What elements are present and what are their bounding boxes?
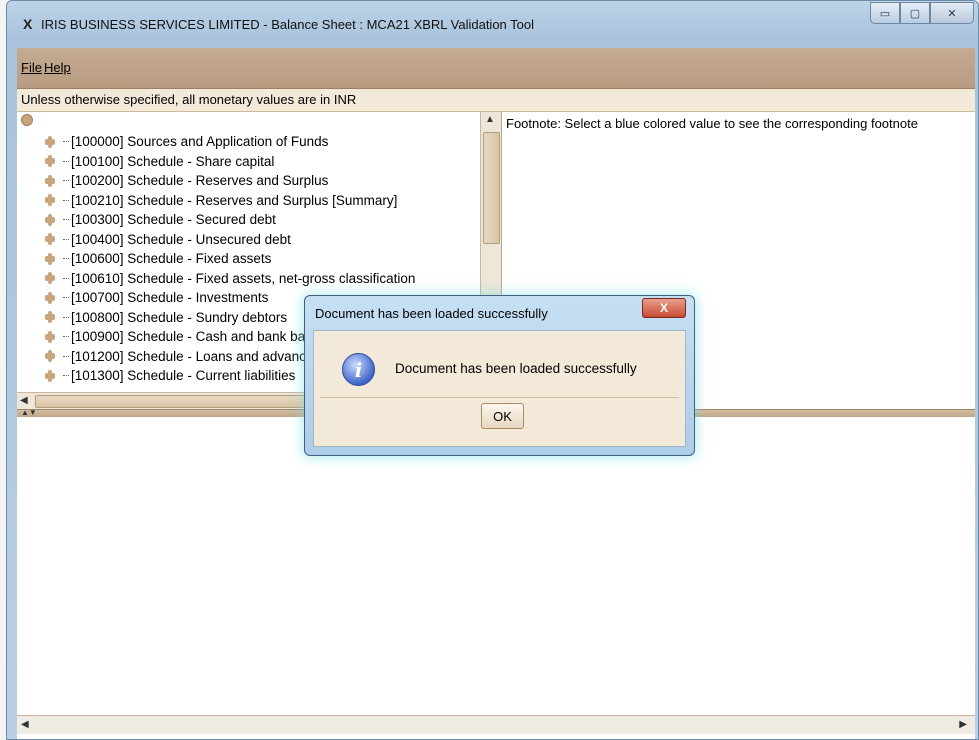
detail-pane[interactable]: ◀ ▶ [17,417,975,739]
tree-item[interactable]: [100900] Schedule - Cash and bank balanc… [45,327,344,346]
title-bar[interactable]: X IRIS BUSINESS SERVICES LIMITED - Balan… [7,1,978,41]
tree-item[interactable]: [100610] Schedule - Fixed assets, net-gr… [45,269,415,288]
minimize-button[interactable]: ▭ [870,2,900,24]
tree-item[interactable]: [100600] Schedule - Fixed assets [45,249,271,268]
tree-item[interactable]: [100800] Schedule - Sundry debtors [45,308,287,327]
dialog-close-button[interactable]: X [642,298,686,318]
tree-connector [63,238,69,240]
close-icon: ✕ [947,7,957,20]
detail-scroll-left-arrow[interactable]: ◀ [21,719,29,730]
maximize-icon: ▢ [909,7,921,20]
tree-connector [63,277,69,279]
tree-item[interactable]: [100700] Schedule - Investments [45,288,268,307]
tree-item[interactable]: [100000] Sources and Application of Fund… [45,132,328,151]
tree-connector [63,199,69,201]
dialog-title: Document has been loaded successfully [315,306,548,321]
menu-bar: File Help [17,48,975,89]
tree-item-label: [100000] Sources and Application of Fund… [71,134,329,149]
tree-item-label: [100100] Schedule - Share capital [71,153,275,169]
tree-connector [63,258,69,259]
close-icon: X [659,301,668,315]
tree-node-icon[interactable] [45,194,57,206]
tree-item-label: [100300] Schedule - Secured debt [71,212,276,227]
currency-info-bar: Unless otherwise specified, all monetary… [17,89,975,112]
tree-connector [63,180,69,181]
footnote-text: Footnote: Select a blue colored value to… [506,116,918,131]
tree-item[interactable]: [101200] Schedule - Loans and advances [45,347,320,366]
tree-node-icon[interactable] [45,135,57,148]
tree-connector [63,375,69,376]
tree-connector [63,160,69,162]
tree-scroll-left-arrow[interactable]: ◀ [20,395,28,406]
menu-help[interactable]: Help [44,60,71,75]
tree-connector [63,141,69,142]
tree-node-icon[interactable] [45,369,57,382]
tree-node-icon[interactable] [45,330,57,343]
tree-item-label: [100610] Schedule - Fixed assets, net-gr… [71,270,416,286]
tree-item-label: [100200] Schedule - Reserves and Surplus [71,173,329,188]
maximize-button[interactable]: ▢ [900,2,930,24]
tree-item[interactable]: [100100] Schedule - Share capital [45,152,274,171]
splitter-arrows[interactable]: ▲▼ [21,408,37,417]
tree-item-label: [101300] Schedule - Current liabilities [71,368,296,383]
tree-item[interactable]: [100210] Schedule - Reserves and Surplus… [45,191,397,210]
tree-node-icon[interactable] [45,291,57,304]
dialog-separator [320,397,679,398]
tree-item-label: [100800] Schedule - Sundry debtors [71,309,288,325]
tree-item[interactable]: [101300] Schedule - Current liabilities [45,366,295,385]
tree-node-icon[interactable] [45,213,57,226]
tree-node-icon[interactable] [45,252,57,265]
tree-connector [63,316,69,318]
tree-node-icon[interactable] [45,174,57,187]
tree-node-icon[interactable] [45,350,57,362]
tree-node-icon[interactable] [45,155,57,167]
tree-item-label: [100700] Schedule - Investments [71,290,269,305]
dialog-body: i Document has been loaded successfully … [313,330,686,447]
info-icon: i [342,353,375,386]
dialog-message: Document has been loaded successfully [395,361,637,376]
detail-scroll-right-arrow[interactable]: ▶ [959,719,967,730]
window-controls: ▭ ▢ ✕ [870,2,974,24]
tree-item-label: [101200] Schedule - Loans and advances [71,348,321,364]
tree-connector [63,336,69,337]
app-x-icon: X [23,16,33,32]
close-button[interactable]: ✕ [930,2,974,24]
tree-item[interactable]: [100200] Schedule - Reserves and Surplus [45,171,328,190]
window-title: IRIS BUSINESS SERVICES LIMITED - Balance… [41,17,535,32]
scroll-up-arrow[interactable]: ▲ [485,114,495,125]
menu-file[interactable]: File [21,60,42,75]
tree-item[interactable]: [100300] Schedule - Secured debt [45,210,276,229]
tree-node-icon[interactable] [45,311,57,323]
tree-node-icon[interactable] [45,272,57,284]
message-dialog: Document has been loaded successfully X … [304,295,695,456]
ok-button[interactable]: OK [481,403,524,429]
tree-item-label: [100600] Schedule - Fixed assets [71,251,272,266]
tree-connector [63,219,69,220]
tree-item[interactable]: [100400] Schedule - Unsecured debt [45,230,291,249]
tree-connector [63,355,69,357]
tree-scroll-thumb[interactable] [483,132,500,244]
tree-item-label: [100400] Schedule - Unsecured debt [71,231,291,247]
currency-info-text: Unless otherwise specified, all monetary… [21,92,357,107]
tree-root-node[interactable] [21,114,33,126]
minimize-icon: ▭ [879,7,891,20]
detail-horizontal-scrollbar[interactable]: ◀ ▶ [17,715,975,734]
tree-connector [63,297,69,298]
tree-node-icon[interactable] [45,233,57,245]
tree-item-label: [100210] Schedule - Reserves and Surplus… [71,192,398,208]
